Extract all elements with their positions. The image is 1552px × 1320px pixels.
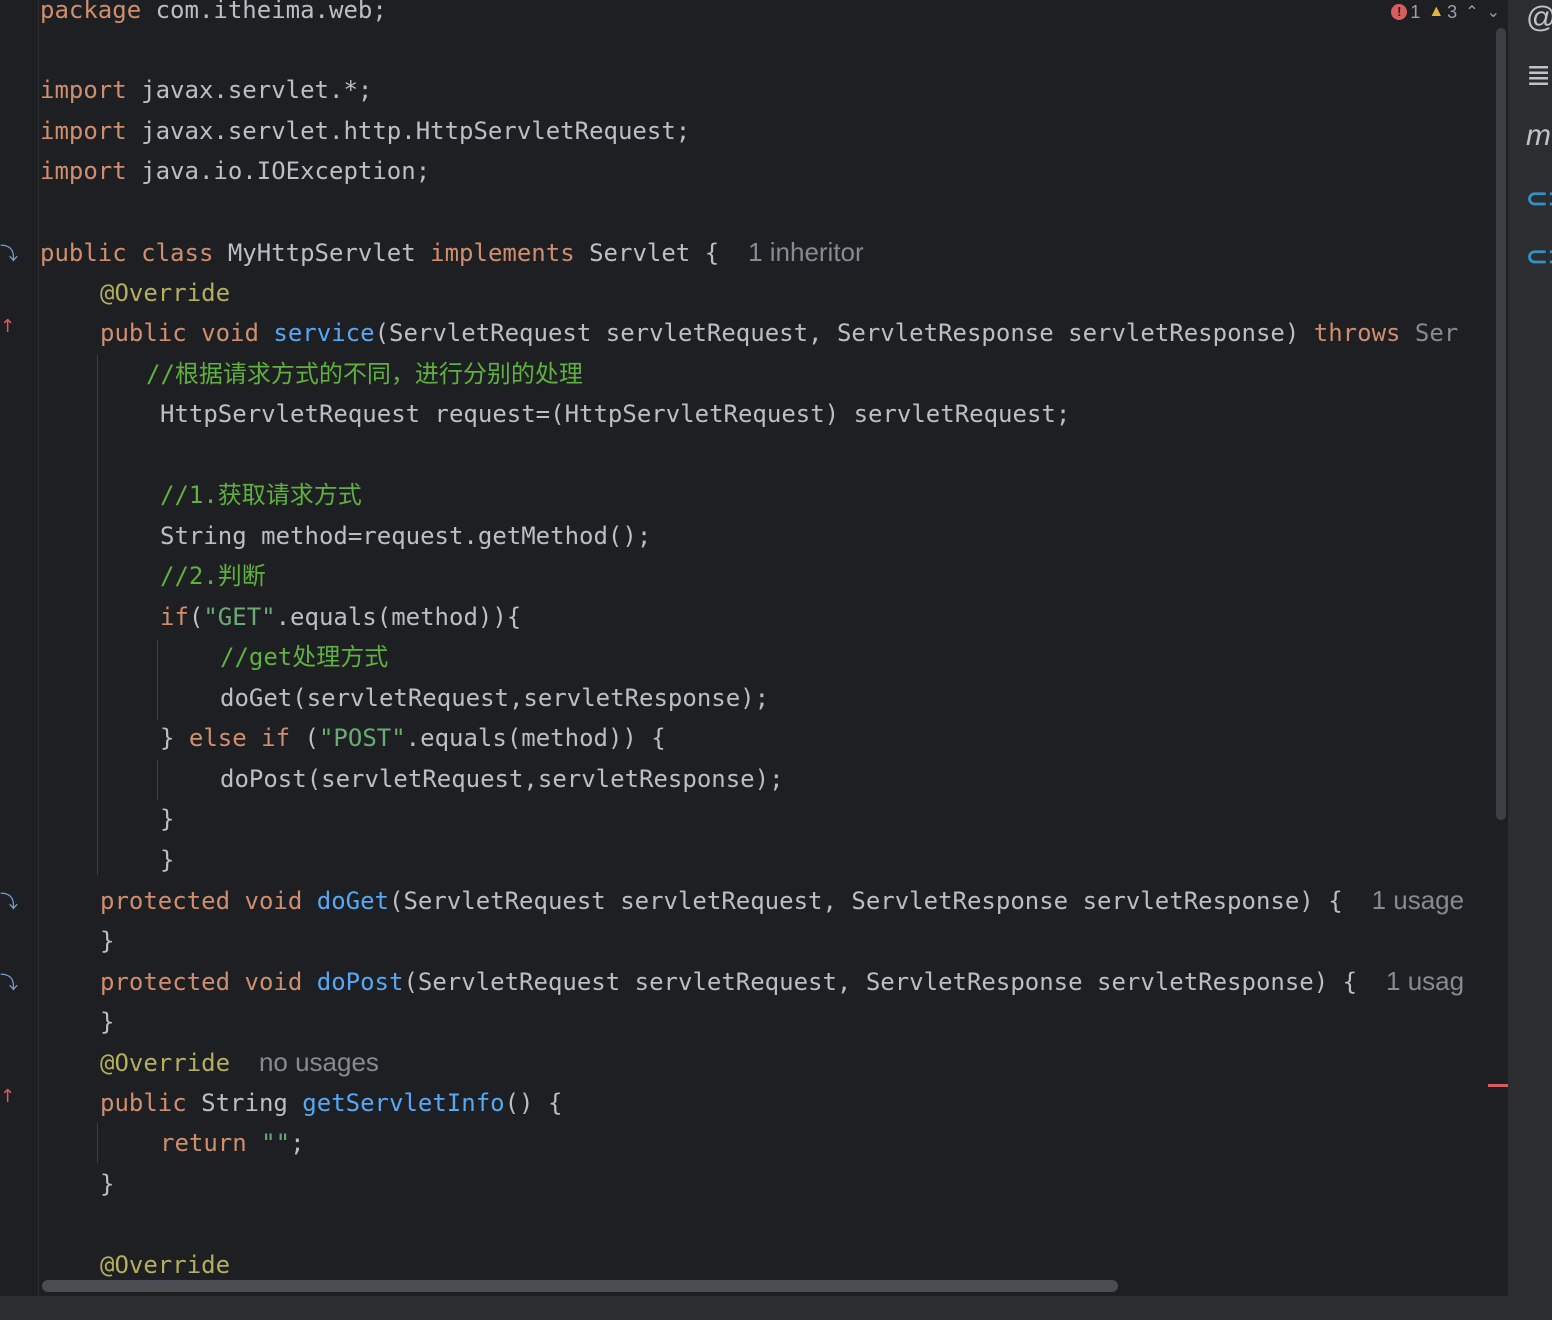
usage-hint[interactable]: 1 usage	[1372, 885, 1465, 915]
code-line-comment: //get处理方式	[220, 643, 389, 671]
inheritor-hint[interactable]: 1 inheritor	[748, 237, 864, 267]
code-line-brace: }	[160, 846, 175, 874]
warnings-indicator[interactable]: ▲ 3	[1428, 2, 1457, 23]
ai-assistant-icon[interactable]: @	[1526, 0, 1552, 36]
code-line-brace: }	[100, 1170, 115, 1198]
code-line-service-decl: public void service(ServletRequest servl…	[100, 319, 1459, 347]
error-icon: !	[1391, 4, 1408, 20]
code-line-doget-decl: protected void doGet(ServletRequest serv…	[100, 885, 1465, 915]
vertical-scrollbar[interactable]	[1496, 28, 1506, 820]
override-method-icon[interactable]: ↑	[0, 1088, 15, 1106]
errors-indicator[interactable]: ! 1	[1391, 2, 1420, 23]
code-line-cast: HttpServletRequest request=(HttpServletR…	[160, 400, 1071, 428]
database-icon[interactable]: ≣	[1526, 58, 1552, 94]
code-line-info-decl: public String getServletInfo() {	[100, 1089, 563, 1117]
no-usages-hint[interactable]: no usages	[259, 1047, 379, 1077]
endpoints-icon[interactable]: ⊂⊃	[1526, 180, 1552, 216]
editor-bottom-bar	[0, 1296, 1508, 1320]
code-line-class-decl: public class MyHttpServlet implements Se…	[40, 237, 864, 267]
chevron-up-icon[interactable]: ⌃	[1465, 2, 1478, 22]
usage-hint[interactable]: 1 usag	[1386, 966, 1464, 996]
code-line-else-if: } else if ("POST".equals(method)) {	[160, 724, 666, 752]
code-line-import: import java.io.IOException;	[40, 157, 431, 185]
code-line-get-method: String method=request.getMethod();	[160, 522, 652, 550]
override-method-icon[interactable]: ↑	[0, 318, 15, 336]
chevron-down-icon[interactable]: ⌄	[1487, 2, 1500, 22]
implemented-method-icon[interactable]: ⤵	[0, 246, 18, 264]
editor-gutter: ⤵ ↑ ⤵ ⤵ ↑	[0, 0, 39, 1296]
indent-guide	[97, 355, 98, 875]
code-line-if: if("GET".equals(method)){	[160, 603, 522, 631]
warning-icon: ▲	[1428, 3, 1445, 20]
code-line-doget-call: doGet(servletRequest,servletResponse);	[220, 684, 770, 712]
code-area[interactable]: package com.itheima.web; import javax.se…	[40, 0, 1508, 1296]
code-line-annotation: @Override no usages	[100, 1047, 379, 1077]
maven-icon[interactable]: m	[1526, 118, 1552, 154]
horizontal-scrollbar[interactable]	[42, 1280, 1118, 1292]
code-line-comment: //2.判断	[160, 562, 266, 590]
code-line-brace: }	[160, 805, 175, 833]
code-line-dopost-call: doPost(servletRequest,servletResponse);	[220, 765, 784, 793]
inspection-widget[interactable]: ! 1 ▲ 3 ⌃ ⌄	[1391, 0, 1500, 24]
error-stripe-marker[interactable]	[1488, 1084, 1508, 1087]
code-line-brace: }	[100, 1008, 115, 1036]
code-line-comment: //1.获取请求方式	[160, 481, 362, 509]
code-line-brace: }	[100, 927, 115, 955]
code-line-annotation: @Override	[100, 279, 231, 307]
overridden-method-icon[interactable]: ⤵	[0, 975, 18, 993]
overridden-method-icon[interactable]: ⤵	[0, 894, 18, 912]
indent-guide	[157, 640, 158, 720]
code-editor[interactable]: ⤵ ↑ ⤵ ⤵ ↑ package com.itheima.web; impor…	[0, 0, 1508, 1296]
code-line-import: import javax.servlet.http.HttpServletReq…	[40, 117, 691, 145]
code-line-import: import javax.servlet.*;	[40, 76, 373, 104]
code-line-dopost-decl: protected void doPost(ServletRequest ser…	[100, 966, 1465, 996]
code-line-return: return "";	[160, 1129, 305, 1157]
services-icon[interactable]: ⊂⊃	[1526, 238, 1552, 274]
code-line-package: package com.itheima.web;	[40, 0, 387, 24]
code-line-comment: //根据请求方式的不同，进行分别的处理	[146, 360, 583, 388]
indent-guide	[97, 1123, 98, 1163]
right-tool-window-bar: @ ≣ m ⊂⊃ ⊂⊃	[1508, 0, 1552, 1320]
indent-guide	[157, 760, 158, 800]
code-line-annotation: @Override	[100, 1251, 231, 1279]
